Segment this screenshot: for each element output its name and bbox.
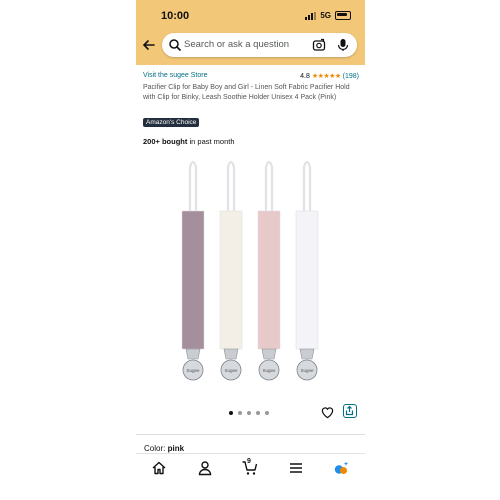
cart-button[interactable]: 9 [242, 458, 258, 476]
metal-clip [223, 348, 239, 360]
home-icon[interactable] [151, 460, 167, 476]
microphone-icon[interactable] [337, 38, 349, 52]
app-header: 10:00 5G Search or ask a question [136, 0, 365, 65]
color-label: Color: [144, 444, 166, 453]
pacifier-clip: Sugee [181, 160, 205, 381]
camera-scan-icon[interactable] [312, 38, 326, 52]
pacifier-clip: Sugee [257, 160, 281, 381]
search-input[interactable]: Search or ask a question [184, 39, 289, 50]
product-image[interactable]: Sugee Sugee Sugee Sugee [166, 155, 336, 390]
carousel-dot[interactable] [247, 411, 251, 415]
status-icons: 5G [305, 11, 351, 20]
color-value: pink [167, 444, 185, 453]
amazons-choice-badge: Amazon's Choice [143, 118, 200, 127]
rating-value: 4.8 [300, 73, 310, 80]
metal-clip [299, 348, 315, 360]
carousel-dot[interactable] [229, 411, 233, 415]
heart-icon[interactable] [321, 406, 334, 419]
rating-count[interactable]: (198) [343, 73, 359, 80]
carousel-dot[interactable] [256, 411, 260, 415]
clip-strap [295, 210, 319, 350]
color-selector[interactable]: Color: pink [144, 444, 184, 453]
store-link[interactable]: Visit the sugee Store [143, 72, 207, 79]
search-bar[interactable]: Search or ask a question [162, 33, 357, 57]
purchase-count-rest: in past month [187, 137, 235, 146]
carousel-dot[interactable] [238, 411, 242, 415]
rating-summary[interactable]: 4.8 ★★★★★ (198) [300, 72, 359, 80]
purchase-count: 200+ bought in past month [143, 137, 235, 146]
carousel-dots [229, 411, 269, 415]
network-label: 5G [320, 11, 331, 20]
rufus-ai-icon[interactable] [333, 460, 349, 476]
clip-engraving: Sugee [224, 368, 238, 373]
back-arrow-icon[interactable] [142, 38, 156, 52]
store-rating-row: Visit the sugee Store 4.8 ★★★★★ (198) [143, 72, 359, 80]
search-icon [169, 39, 182, 52]
cart-count: 9 [247, 458, 251, 465]
pacifier-clip: Sugee [295, 160, 319, 381]
purchase-count-bold: 200+ bought [143, 137, 188, 146]
product-title: Pacifier Clip for Baby Boy and Girl - Li… [143, 84, 350, 101]
clip-engraving: Sugee [300, 368, 314, 373]
metal-clip [185, 348, 201, 360]
menu-icon[interactable] [288, 460, 304, 476]
clip-engraving: Sugee [262, 368, 276, 373]
clip-engraving: Sugee [186, 368, 200, 373]
carousel-dot[interactable] [265, 411, 269, 415]
battery-icon [335, 11, 351, 20]
account-icon[interactable] [197, 460, 213, 476]
share-icon [345, 405, 354, 416]
status-bar: 10:00 5G [136, 0, 365, 30]
phone-screen: 10:00 5G Search or ask a question Visit … [136, 0, 365, 500]
status-time: 10:00 [161, 10, 190, 22]
bottom-navigation: 9 [136, 453, 365, 500]
clip-strap [257, 210, 281, 350]
star-rating-icon: ★★★★★ [311, 73, 341, 80]
signal-icon [305, 11, 317, 20]
clip-strap [181, 210, 205, 350]
clip-strap [219, 210, 243, 350]
section-divider [136, 434, 365, 435]
pacifier-clip: Sugee [219, 160, 243, 381]
share-button[interactable] [343, 404, 357, 418]
metal-clip [261, 348, 277, 360]
